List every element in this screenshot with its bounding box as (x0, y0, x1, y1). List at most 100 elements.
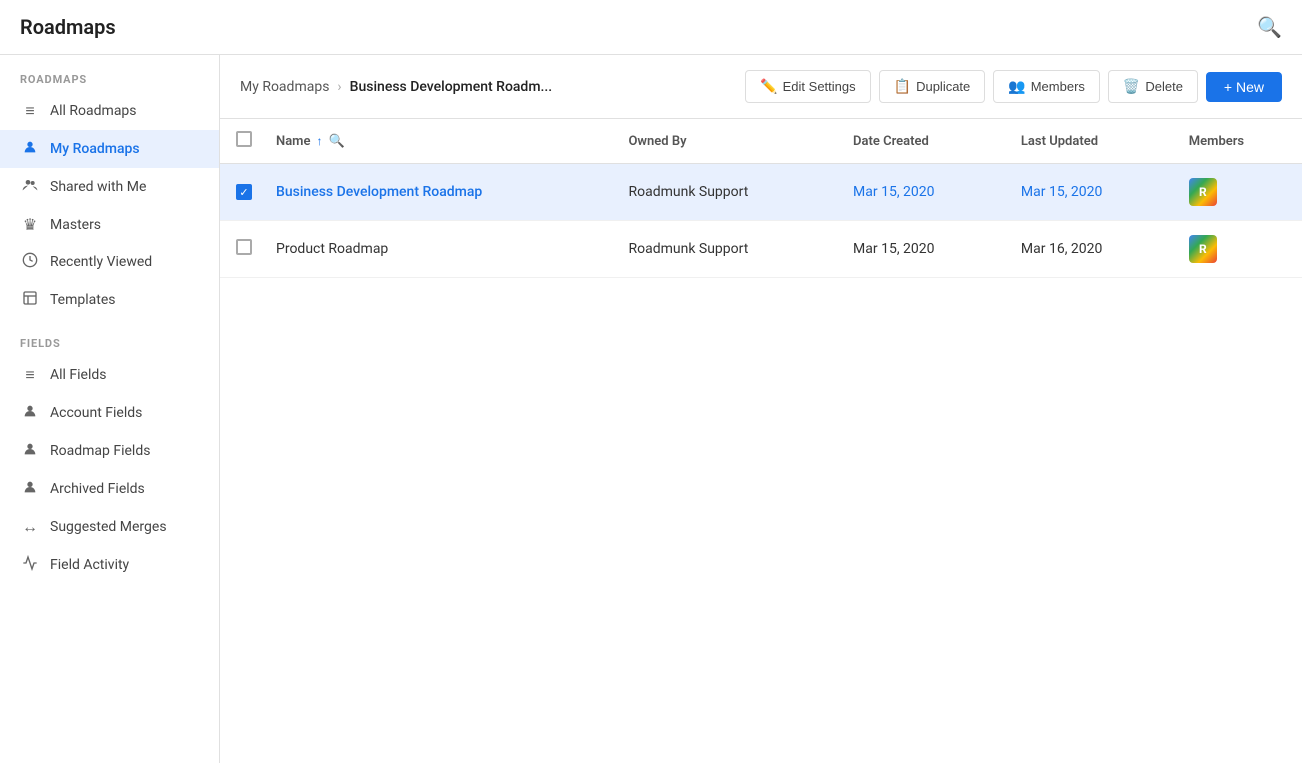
breadcrumb-parent[interactable]: My Roadmaps (240, 79, 329, 95)
app-title: Roadmaps (20, 15, 116, 39)
table-row[interactable]: Product Roadmap Roadmunk Support Mar 15,… (220, 221, 1302, 278)
new-label: + New (1224, 79, 1264, 95)
breadcrumb: My Roadmaps › Business Development Roadm… (240, 79, 552, 95)
header-last-updated: Last Updated (1005, 119, 1173, 164)
sidebar-item-field-activity[interactable]: Field Activity (0, 546, 219, 584)
table-row[interactable]: ✓ Business Development Roadmap Roadmunk … (220, 164, 1302, 221)
sidebar-item-label: My Roadmaps (50, 141, 140, 157)
activity-icon (20, 555, 40, 575)
person-icon (20, 403, 40, 423)
breadcrumb-current: Business Development Roadm... (350, 79, 553, 95)
last-updated-link[interactable]: Mar 15, 2020 (1021, 184, 1103, 200)
member-avatar: R (1189, 235, 1217, 263)
row-members-cell: R (1173, 164, 1302, 221)
row-owned-by-cell: Roadmunk Support (612, 221, 837, 278)
row-members-cell: R (1173, 221, 1302, 278)
row-last-updated-cell: Mar 15, 2020 (1005, 164, 1173, 221)
sidebar-item-roadmap-fields[interactable]: Roadmap Fields (0, 432, 219, 470)
row-checkbox[interactable] (236, 239, 252, 255)
merge-icon: ↔ (20, 517, 40, 537)
sidebar-item-label: Field Activity (50, 557, 129, 573)
name-column-label: Name (276, 134, 310, 149)
sidebar-item-label: All Fields (50, 367, 107, 383)
table-header-row: Name ↑ 🔍 Owned By Date Created Last Upda… (220, 119, 1302, 164)
row-last-updated-cell: Mar 16, 2020 (1005, 221, 1173, 278)
person-icon (20, 441, 40, 461)
header-checkbox-cell (220, 119, 260, 164)
duplicate-label: Duplicate (916, 79, 970, 94)
copy-icon: 📋 (894, 78, 911, 95)
list-icon: ≡ (20, 365, 40, 385)
content-area: My Roadmaps › Business Development Roadm… (220, 55, 1302, 763)
row-checkbox-cell (220, 221, 260, 278)
members-button[interactable]: 👥 Members (993, 70, 1100, 103)
action-buttons: ✏️ Edit Settings 📋 Duplicate 👥 Members 🗑… (745, 70, 1282, 103)
owned-by-value: Roadmunk Support (628, 241, 748, 257)
select-all-checkbox[interactable] (236, 131, 252, 147)
person-icon (20, 139, 40, 159)
template-icon (20, 290, 40, 310)
top-header: Roadmaps 🔍 (0, 0, 1302, 55)
header-members: Members (1173, 119, 1302, 164)
row-name-cell: Product Roadmap (260, 221, 612, 278)
roadmaps-table: Name ↑ 🔍 Owned By Date Created Last Upda… (220, 119, 1302, 278)
sidebar-item-label: Archived Fields (50, 481, 145, 497)
sidebar-item-label: Roadmap Fields (50, 443, 150, 459)
member-avatar: R (1189, 178, 1217, 206)
sidebar-item-templates[interactable]: Templates (0, 281, 219, 319)
owned-by-value: Roadmunk Support (628, 184, 748, 200)
duplicate-button[interactable]: 📋 Duplicate (879, 70, 986, 103)
sidebar-item-label: Shared with Me (50, 179, 146, 195)
members-label: Members (1031, 79, 1085, 94)
sidebar-item-all-roadmaps[interactable]: ≡ All Roadmaps (0, 92, 219, 130)
sidebar-item-label: Account Fields (50, 405, 142, 421)
sidebar-item-label: Templates (50, 292, 116, 308)
people-icon: 👥 (1008, 78, 1025, 95)
pencil-icon: ✏️ (760, 78, 777, 95)
main-layout: ROADMAPS ≡ All Roadmaps My Roadmaps Shar… (0, 55, 1302, 763)
new-button[interactable]: + New (1206, 72, 1282, 102)
row-checkbox[interactable]: ✓ (236, 184, 252, 200)
date-created-link[interactable]: Mar 15, 2020 (853, 184, 935, 200)
row-owned-by-cell: Roadmunk Support (612, 164, 837, 221)
sidebar-item-account-fields[interactable]: Account Fields (0, 394, 219, 432)
last-updated-value: Mar 16, 2020 (1021, 241, 1103, 257)
sort-asc-icon[interactable]: ↑ (316, 134, 322, 148)
header-name: Name ↑ 🔍 (260, 119, 612, 164)
list-icon: ≡ (20, 101, 40, 121)
roadmaps-section-label: ROADMAPS (0, 55, 219, 92)
sidebar-item-label: All Roadmaps (50, 103, 137, 119)
delete-label: Delete (1145, 79, 1183, 94)
sidebar-item-all-fields[interactable]: ≡ All Fields (0, 356, 219, 394)
fields-section-label: FIELDS (0, 319, 219, 356)
action-bar: My Roadmaps › Business Development Roadm… (220, 55, 1302, 119)
sidebar-item-recently-viewed[interactable]: Recently Viewed (0, 243, 219, 281)
clock-icon (20, 252, 40, 272)
sidebar-item-shared-with-me[interactable]: Shared with Me (0, 168, 219, 206)
sidebar-item-label: Suggested Merges (50, 519, 167, 535)
edit-settings-button[interactable]: ✏️ Edit Settings (745, 70, 870, 103)
roadmap-name: Product Roadmap (276, 241, 388, 257)
trash-icon: 🗑️ (1123, 78, 1140, 95)
row-date-created-cell: Mar 15, 2020 (837, 164, 1005, 221)
row-name-cell: Business Development Roadmap (260, 164, 612, 221)
column-search-icon[interactable]: 🔍 (328, 134, 344, 149)
sidebar: ROADMAPS ≡ All Roadmaps My Roadmaps Shar… (0, 55, 220, 763)
sidebar-item-masters[interactable]: ♛ Masters (0, 206, 219, 243)
date-created-value: Mar 15, 2020 (853, 241, 935, 257)
people-icon (20, 177, 40, 197)
edit-settings-label: Edit Settings (783, 79, 856, 94)
row-date-created-cell: Mar 15, 2020 (837, 221, 1005, 278)
breadcrumb-separator: › (337, 79, 341, 95)
roadmap-name-link[interactable]: Business Development Roadmap (276, 184, 482, 200)
sidebar-item-label: Masters (50, 217, 101, 233)
sidebar-item-suggested-merges[interactable]: ↔ Suggested Merges (0, 508, 219, 546)
sidebar-item-my-roadmaps[interactable]: My Roadmaps (0, 130, 219, 168)
sidebar-item-label: Recently Viewed (50, 254, 152, 270)
table-container: Name ↑ 🔍 Owned By Date Created Last Upda… (220, 119, 1302, 763)
delete-button[interactable]: 🗑️ Delete (1108, 70, 1198, 103)
sidebar-item-archived-fields[interactable]: Archived Fields (0, 470, 219, 508)
header-date-created: Date Created (837, 119, 1005, 164)
global-search-button[interactable]: 🔍 (1257, 15, 1282, 40)
row-checkbox-cell: ✓ (220, 164, 260, 221)
